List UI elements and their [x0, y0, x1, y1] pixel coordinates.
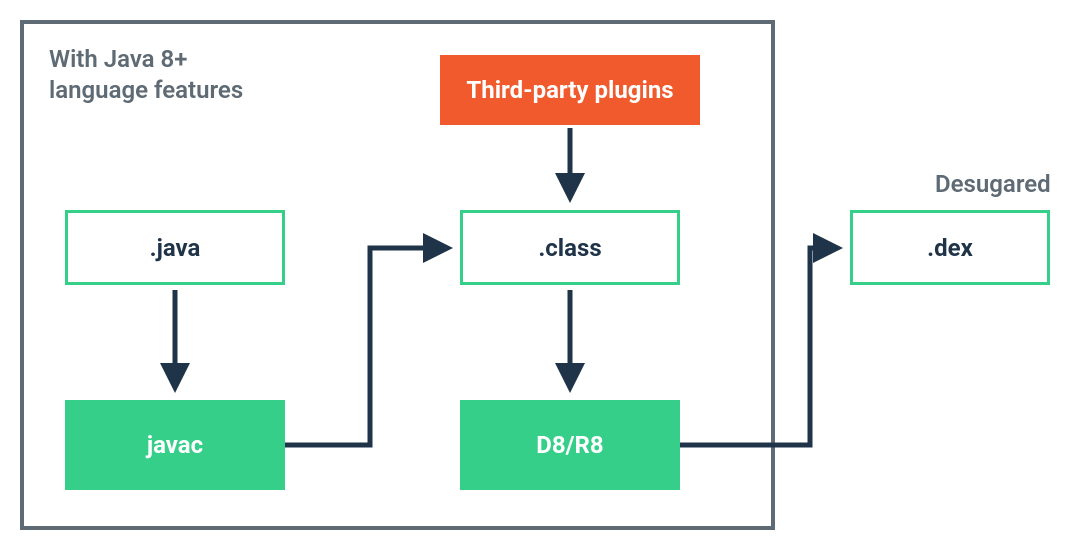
node-class-label: .class	[538, 234, 601, 262]
title-line-1: With Java 8+	[49, 45, 187, 73]
node-dex: .dex	[850, 210, 1050, 285]
node-d8r8-label: D8/R8	[536, 431, 603, 459]
node-dex-label: .dex	[927, 234, 973, 262]
node-javac: javac	[65, 400, 285, 490]
node-java: .java	[65, 210, 285, 285]
label-desugared: Desugared	[935, 170, 1051, 198]
container-title: With Java 8+ language features	[49, 44, 243, 106]
node-d8r8: D8/R8	[460, 400, 680, 490]
node-javac-label: javac	[147, 431, 203, 459]
node-plugins: Third-party plugins	[440, 55, 700, 125]
node-class: .class	[460, 210, 680, 285]
node-java-label: .java	[150, 234, 201, 262]
node-plugins-label: Third-party plugins	[466, 76, 673, 104]
title-line-2: language features	[49, 76, 243, 104]
